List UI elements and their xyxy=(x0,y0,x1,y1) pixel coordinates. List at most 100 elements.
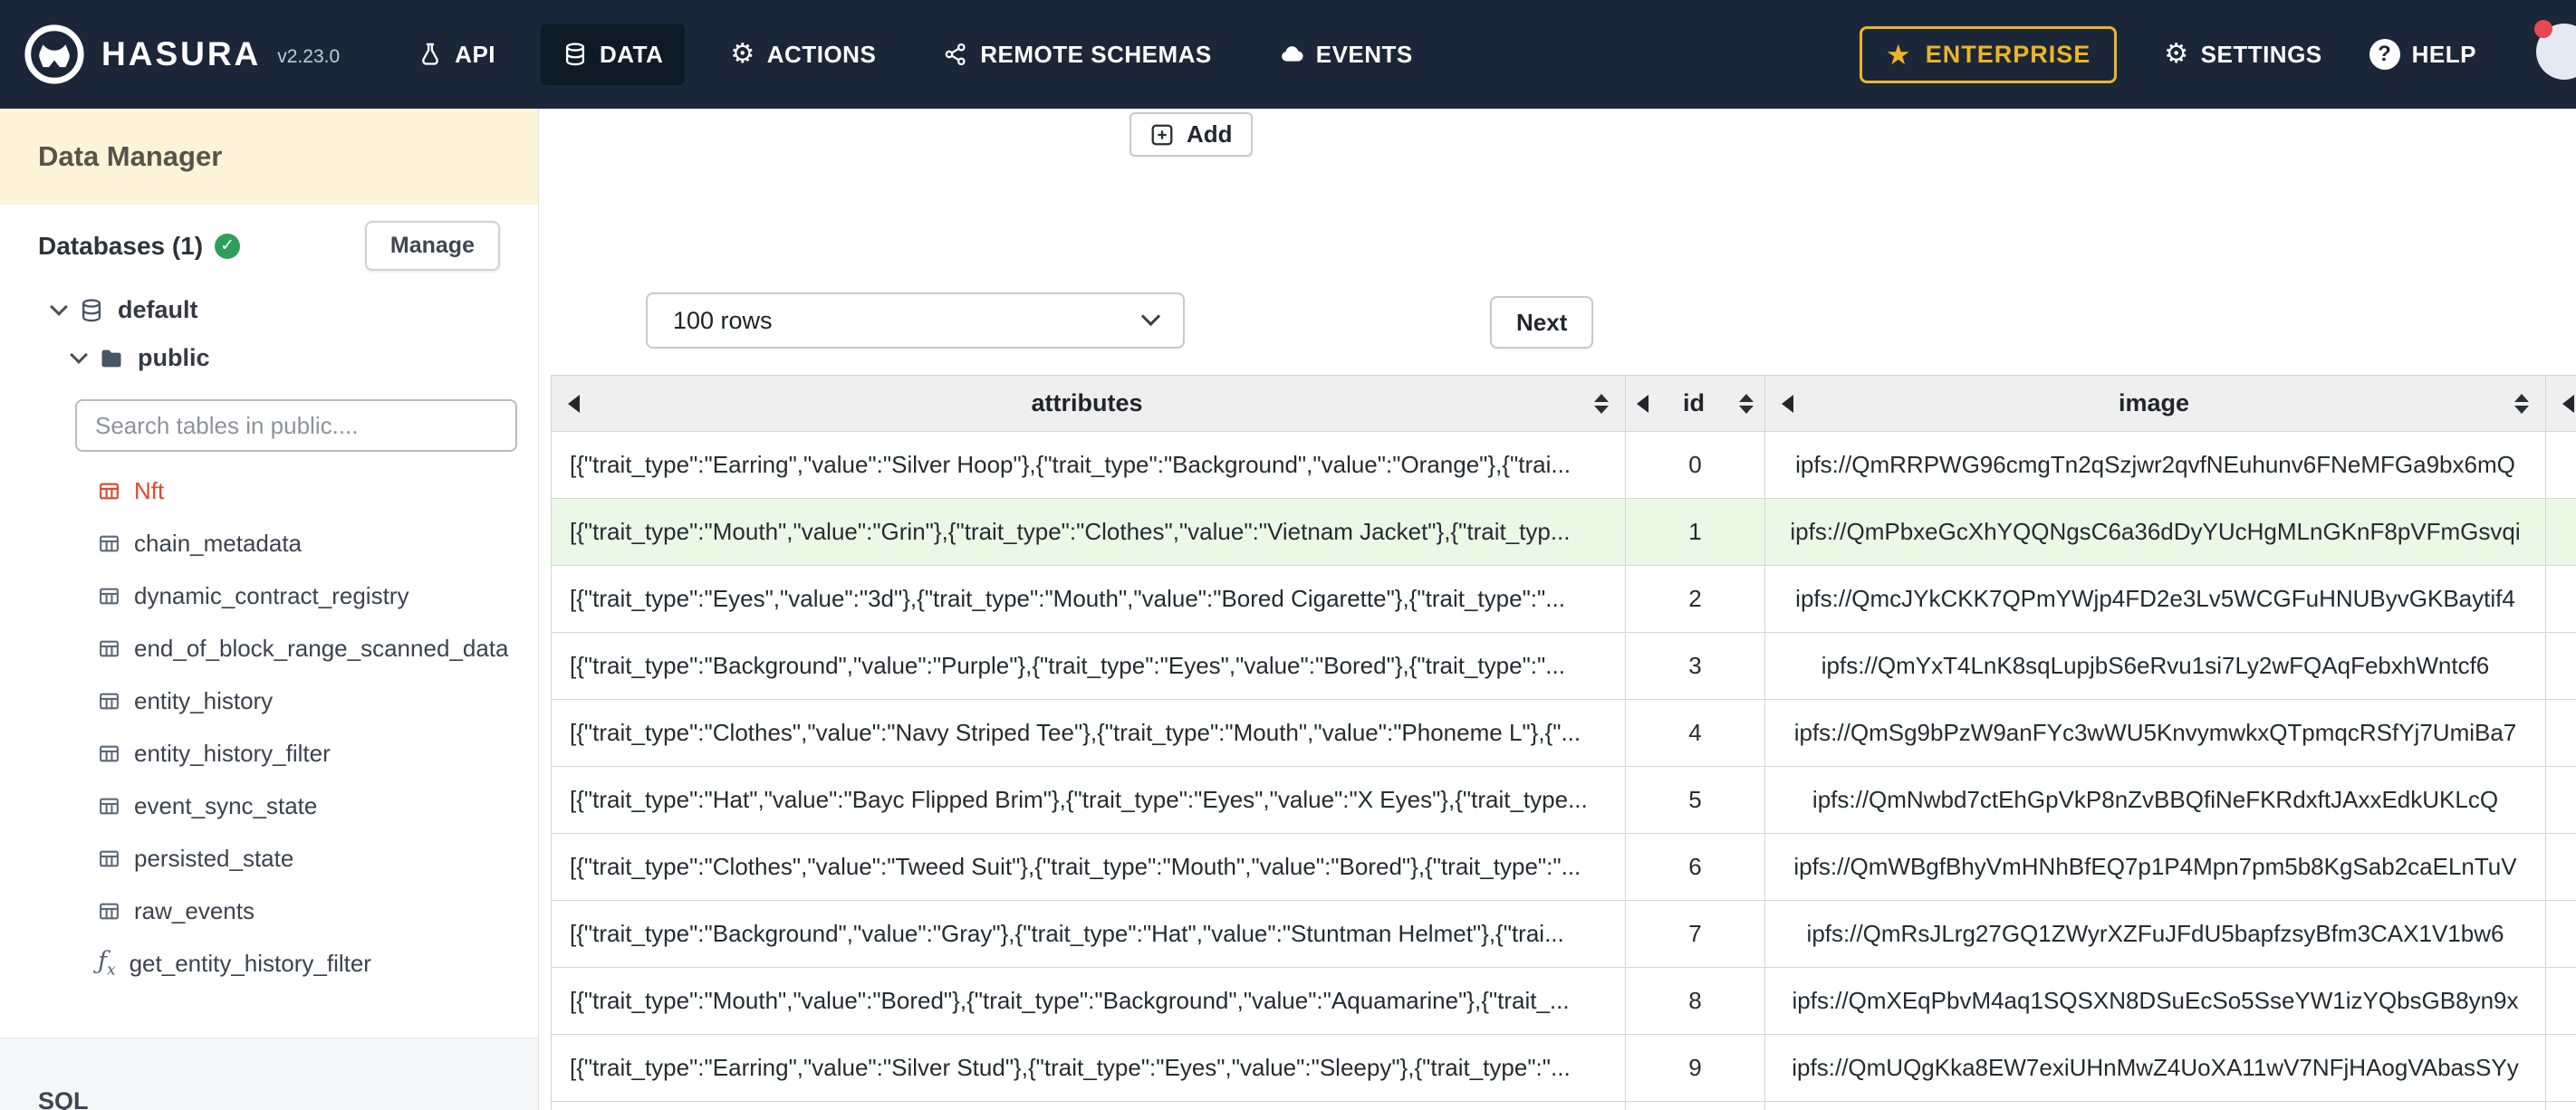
tree-node-public[interactable]: public xyxy=(0,344,538,372)
check-icon: ✓ xyxy=(215,233,241,259)
cell-image: ipfs://QmSg9bPzW9anFYc3wWU5KnvymwkxQTpmq… xyxy=(1764,699,2546,767)
data-manager-header[interactable]: Data Manager xyxy=(0,109,538,205)
next-page-button[interactable]: Next xyxy=(1490,296,1594,349)
search-input[interactable] xyxy=(75,399,517,452)
cell-id: 1 xyxy=(1625,498,1765,566)
notification-dot xyxy=(2534,20,2552,38)
nav-events[interactable]: EVENTS xyxy=(1257,24,1435,85)
table-icon xyxy=(98,742,120,765)
table-icon xyxy=(98,690,120,713)
column-header-image[interactable]: image xyxy=(1764,375,2546,432)
add-row-button[interactable]: Add xyxy=(1129,112,1253,157)
database-icon xyxy=(79,298,104,323)
sidebar-table-dynamic_contract_registry[interactable]: dynamic_contract_registry xyxy=(0,569,538,622)
cell-image: ipfs://QmXEqPbvM4aq1SQSXN8DSuEcSo5SseYW1… xyxy=(1764,967,2546,1035)
table-row[interactable]: [{"trait_type":"Mouth","value":"Bored"},… xyxy=(551,967,2576,1035)
nav-events-label: EVENTS xyxy=(1315,40,1413,68)
sort-icon[interactable] xyxy=(1739,393,1754,414)
sidebar-table-persisted_state[interactable]: persisted_state xyxy=(0,832,538,885)
nav-api-label: API xyxy=(455,40,496,68)
sidebar-table-event_sync_state[interactable]: event_sync_state xyxy=(0,780,538,832)
cell-image: ipfs://QmYxT4LnK8sqLupjbS6eRvu1si7Ly2wFQ… xyxy=(1764,632,2546,700)
data-manager-title: Data Manager xyxy=(38,140,223,172)
sort-icon[interactable] xyxy=(2514,393,2529,414)
cell-id: 9 xyxy=(1625,1034,1765,1102)
cell-id: 7 xyxy=(1625,900,1765,968)
help-icon: ? xyxy=(2369,39,2400,70)
nav-settings[interactable]: ⚙ SETTINGS xyxy=(2164,41,2321,69)
gears-icon: ⚙ xyxy=(730,38,755,70)
nav-api[interactable]: API xyxy=(396,24,517,85)
browse-rows-panel: Add 100 rows Next attributes id image [{… xyxy=(539,109,2576,1110)
table-row[interactable]: [{"trait_type":"Eyes","value":"3d"},{"tr… xyxy=(551,565,2576,633)
column-label: attributes xyxy=(1031,389,1143,416)
sidebar-table-get_entity_history_filter[interactable]: ƒx get_entity_history_filter xyxy=(0,937,538,990)
collapse-column-icon[interactable] xyxy=(2562,394,2574,413)
cell-id: 0 xyxy=(1625,431,1765,499)
cell-extra xyxy=(2545,565,2576,633)
folder-icon xyxy=(99,346,124,371)
help-label: HELP xyxy=(2411,40,2476,68)
sidebar-table-chain_metadata[interactable]: chain_metadata xyxy=(0,517,538,569)
sort-icon[interactable] xyxy=(1594,393,1609,414)
databases-label: Databases (1) xyxy=(38,231,204,260)
column-header-partial[interactable] xyxy=(2545,375,2576,432)
table-row[interactable]: [{"trait_type":"Earring","value":"Silver… xyxy=(551,1034,2576,1102)
cell-attributes: [{"trait_type":"Mouth","value":"Grin"},{… xyxy=(551,498,1626,566)
table-name: entity_history xyxy=(134,686,274,714)
rows-per-page-select[interactable]: 100 rows xyxy=(646,292,1185,349)
tables-list: Nft chain_metadata dynamic_contract_regist… xyxy=(0,464,538,990)
brand[interactable]: HASURA v2.23.0 xyxy=(24,24,340,85)
cell-attributes: [{"trait_type":"Background","value":"Gra… xyxy=(551,900,1626,968)
nav-actions[interactable]: ⚙ ACTIONS xyxy=(708,24,898,85)
table-name: get_entity_history_filter xyxy=(129,949,371,977)
manage-button[interactable]: Manage xyxy=(364,221,500,271)
cell-attributes: [{"trait_type":"Hat","value":"Bayc Flipp… xyxy=(551,766,1626,834)
cell-image: ipfs://QmcJYkCKK7QPmYWjp4FD2e3Lv5WCGFuHN… xyxy=(1764,565,2546,633)
table-row[interactable]: [{"trait_type":"Clothes","value":"Navy S… xyxy=(551,699,2576,767)
cell-id: 4 xyxy=(1625,699,1765,767)
chevron-down-icon xyxy=(1140,306,1161,326)
table-row[interactable]: [{"trait_type":"Earring","value":"Silver… xyxy=(551,431,2576,499)
table-row[interactable]: [{"trait_type":"Background","value":"Pur… xyxy=(551,632,2576,700)
collapse-column-icon[interactable] xyxy=(1782,394,1793,413)
sidebar-table-Nft[interactable]: Nft xyxy=(0,464,538,517)
gear-icon: ⚙ xyxy=(2164,38,2189,70)
sidebar-table-entity_history[interactable]: entity_history xyxy=(0,675,538,727)
flask-icon xyxy=(418,42,443,67)
table-icon xyxy=(98,795,120,818)
table-row[interactable]: [{"trait_type":"Clothes","value":"Tweed … xyxy=(551,833,2576,901)
table-name: end_of_block_range_scanned_data xyxy=(134,634,509,662)
brand-name: HASURA xyxy=(101,35,262,72)
cell-attributes: [{"trait_type":"Eyes","value":"3d"},{"tr… xyxy=(551,565,1626,633)
nav-help[interactable]: ? HELP xyxy=(2369,39,2476,70)
sidebar-sql-section[interactable]: SQL xyxy=(0,1038,538,1110)
sidebar-table-raw_events[interactable]: raw_events xyxy=(0,885,538,937)
add-label: Add xyxy=(1187,120,1233,148)
enterprise-button[interactable]: ★ ENTERPRISE xyxy=(1859,25,2118,83)
cell-image: ipfs://QmRRPWG96cmgTn2qSzjwr2qvfNEuhunv6… xyxy=(1764,431,2546,499)
collapse-column-icon[interactable] xyxy=(568,394,580,413)
nav-remote-schemas[interactable]: REMOTE SCHEMAS xyxy=(921,24,1233,85)
sql-label: SQL xyxy=(38,1087,89,1110)
main-nav: API DATA ⚙ ACTIONS REMOTE SCHEMAS EVENTS xyxy=(396,0,1435,109)
column-header-id[interactable]: id xyxy=(1625,375,1765,432)
cell-extra xyxy=(2545,632,2576,700)
sidebar-table-entity_history_filter[interactable]: entity_history_filter xyxy=(0,727,538,780)
column-header-attributes[interactable]: attributes xyxy=(551,375,1626,432)
table-row[interactable]: [{"trait_type":"Hat","value":"Bayc Flipp… xyxy=(551,766,2576,834)
table-name: event_sync_state xyxy=(134,791,318,819)
collapse-column-icon[interactable] xyxy=(1637,394,1648,413)
sidebar-table-end_of_block_range_scanned_data[interactable]: end_of_block_range_scanned_data xyxy=(0,622,538,675)
settings-label: SETTINGS xyxy=(2200,40,2322,68)
cell-attributes: [{"trait_type":"Background","value":"Pur… xyxy=(551,632,1626,700)
user-avatar[interactable] xyxy=(2534,20,2576,80)
table-name: Nft xyxy=(134,476,165,504)
share-nodes-icon xyxy=(943,42,968,67)
table-row[interactable]: [{"trait_type":"Background","value":"Gra… xyxy=(551,900,2576,968)
table-row[interactable]: [{"trait_type":"Mouth","value":"Grin"},{… xyxy=(551,498,2576,566)
tree-node-default[interactable]: default xyxy=(0,296,538,324)
column-label: id xyxy=(1683,389,1705,416)
nav-data[interactable]: DATA xyxy=(541,24,686,85)
